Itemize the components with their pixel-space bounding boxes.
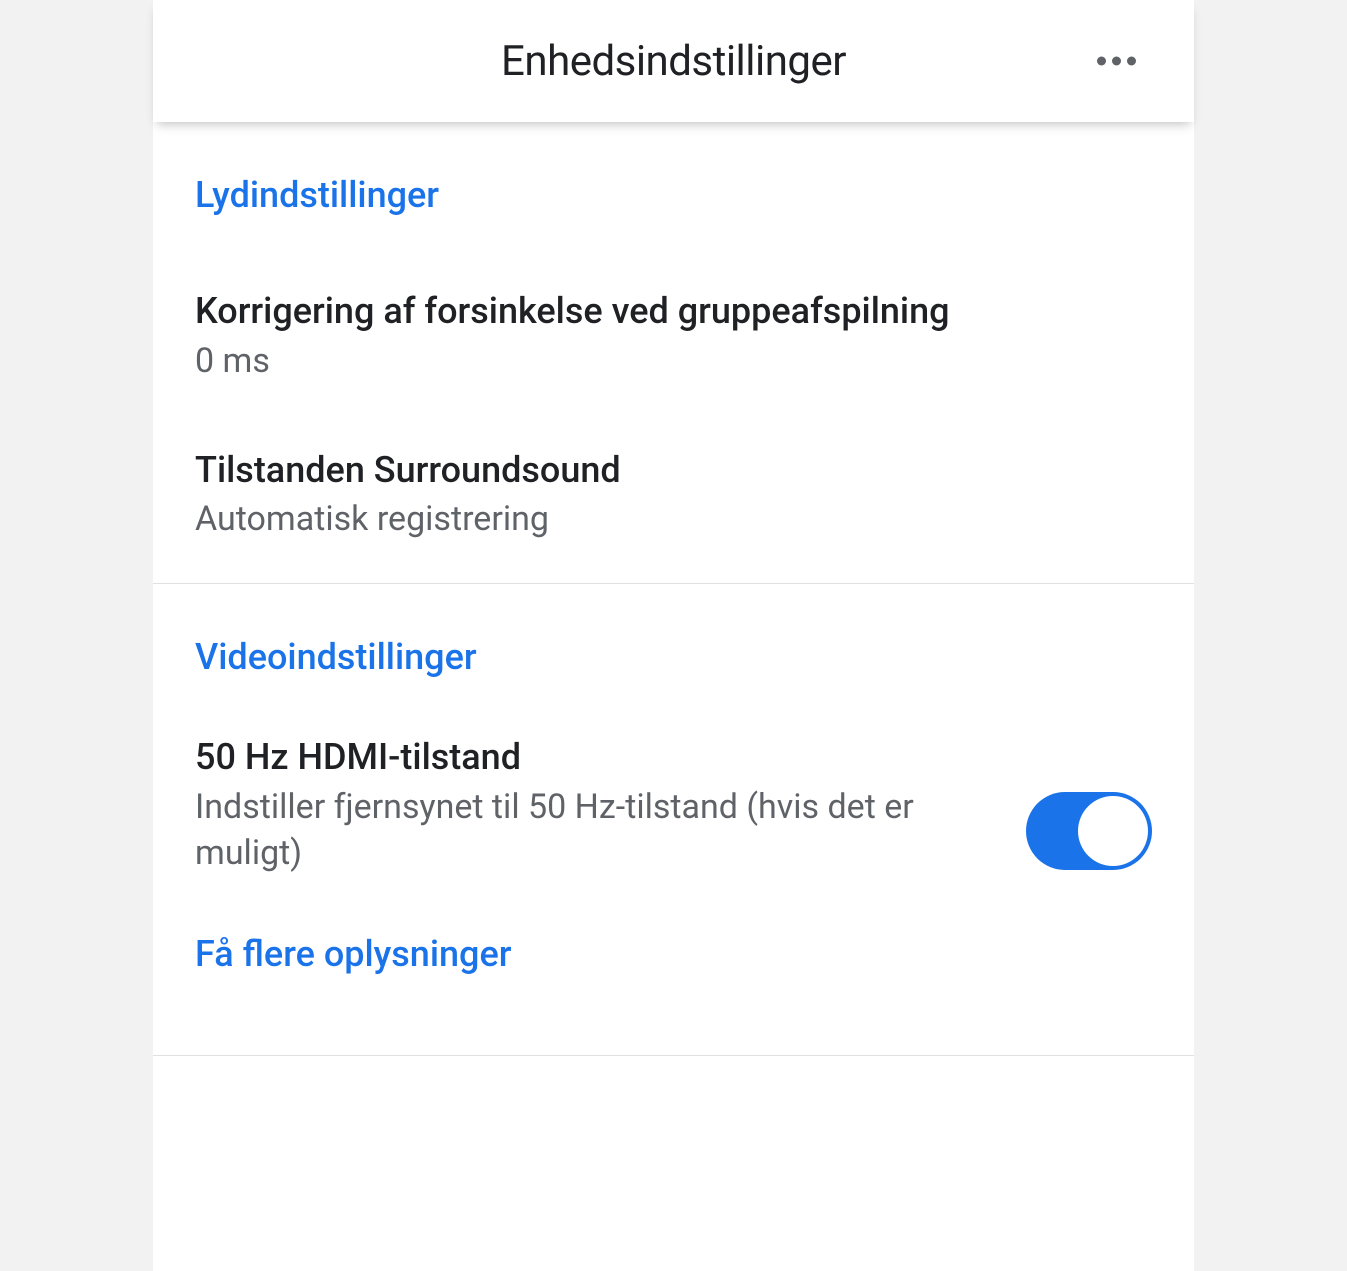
hdmi-50hz-setting: 50 Hz HDMI-tilstand Indstiller fjernsyne… bbox=[195, 688, 1152, 877]
group-delay-value: 0 ms bbox=[195, 339, 1152, 385]
page-header: Enhedsindstillinger bbox=[153, 0, 1194, 122]
group-delay-setting[interactable]: Korrigering af forsinkelse ved gruppeafs… bbox=[195, 226, 1152, 385]
hdmi-50hz-title: 50 Hz HDMI-tilstand bbox=[195, 734, 935, 781]
surround-value: Automatisk registrering bbox=[195, 497, 1152, 543]
hdmi-50hz-toggle[interactable] bbox=[1026, 792, 1152, 870]
group-delay-title: Korrigering af forsinkelse ved gruppeafs… bbox=[195, 288, 1152, 335]
surround-setting[interactable]: Tilstanden Surroundsound Automatisk regi… bbox=[195, 385, 1152, 544]
settings-page: Enhedsindstillinger Lydindstillinger Kor… bbox=[153, 0, 1194, 1271]
more-icon-dot bbox=[1127, 57, 1136, 66]
audio-section-header: Lydindstillinger bbox=[195, 122, 1152, 226]
settings-content: Lydindstillinger Korrigering af forsinke… bbox=[153, 122, 1194, 1056]
more-icon-dot bbox=[1112, 57, 1121, 66]
toggle-knob bbox=[1078, 796, 1148, 866]
more-info-link[interactable]: Få flere oplysninger bbox=[195, 877, 1152, 1015]
more-icon-dot bbox=[1097, 57, 1106, 66]
hdmi-50hz-description: Indstiller fjernsynet til 50 Hz-tilstand… bbox=[195, 785, 935, 877]
surround-title: Tilstanden Surroundsound bbox=[195, 447, 1152, 494]
page-title: Enhedsindstillinger bbox=[501, 37, 846, 86]
more-options-button[interactable] bbox=[1087, 47, 1146, 76]
video-section-header: Videoindstillinger bbox=[195, 584, 1152, 688]
section-divider bbox=[153, 1055, 1194, 1056]
hdmi-50hz-text: 50 Hz HDMI-tilstand Indstiller fjernsyne… bbox=[195, 734, 935, 877]
